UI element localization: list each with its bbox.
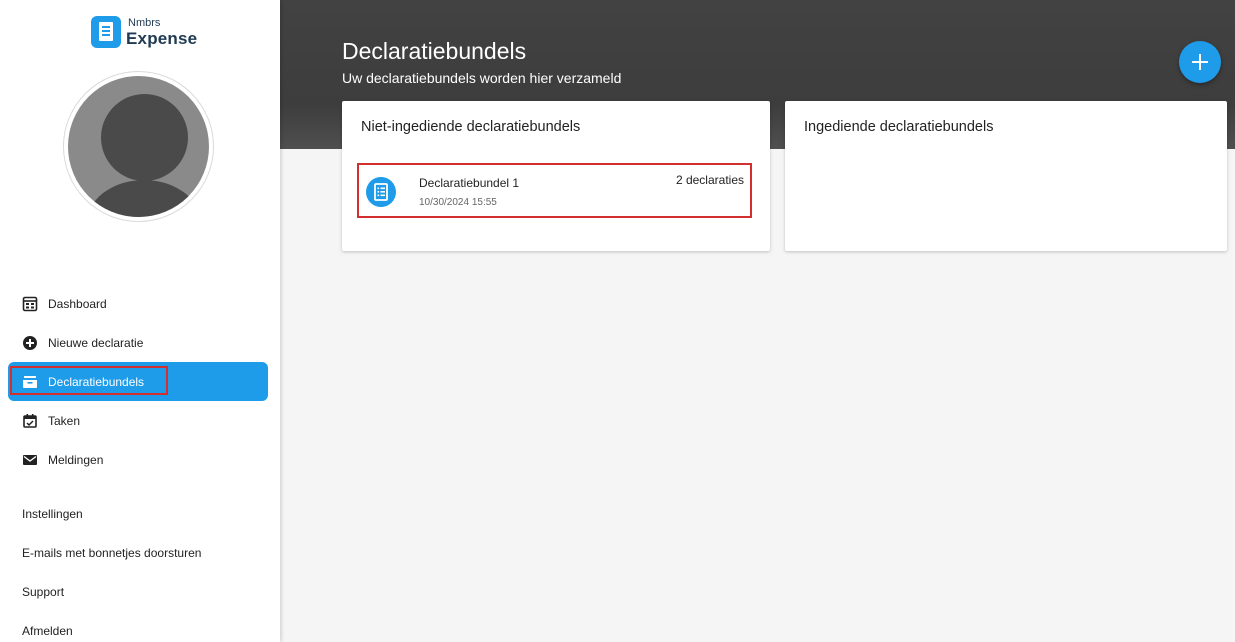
sidebar-item-new-expense[interactable]: Nieuwe declaratie — [8, 323, 268, 362]
add-circle-icon — [22, 335, 38, 351]
sidebar-item-tasks[interactable]: Taken — [8, 401, 268, 440]
app-logo[interactable]: Nmbrs Expense — [91, 16, 197, 48]
sidebar-item-notifications[interactable]: Meldingen — [8, 440, 268, 479]
link-support[interactable]: Support — [22, 585, 64, 599]
link-settings[interactable]: Instellingen — [22, 507, 83, 521]
card-title: Ingediende declaratiebundels — [804, 119, 994, 135]
sidebar: Nmbrs Expense Dashboard Nieuwe declarati… — [0, 0, 280, 642]
logo-brand: Nmbrs — [128, 16, 161, 29]
plus-icon — [1192, 54, 1208, 70]
avatar[interactable] — [63, 71, 214, 222]
sidebar-item-label: Taken — [48, 413, 81, 428]
page-subtitle: Uw declaratiebundels worden hier verzame… — [342, 70, 622, 86]
link-logout[interactable]: Afmelden — [22, 624, 73, 638]
card-submitted: Ingediende declaratiebundels — [785, 101, 1227, 251]
card-not-submitted: Niet-ingediende declaratiebundels Declar… — [342, 101, 770, 251]
calendar-check-icon — [22, 413, 38, 429]
logo-product: Expense — [126, 28, 198, 48]
sidebar-item-label: Nieuwe declaratie — [48, 335, 144, 350]
bundle-date: 10/30/2024 15:55 — [419, 197, 497, 208]
add-bundle-button[interactable] — [1179, 41, 1221, 83]
sidebar-item-label: Declaratiebundels — [48, 374, 145, 389]
inbox-icon — [22, 374, 38, 390]
dashboard-icon — [22, 296, 38, 312]
link-email-receipts[interactable]: E-mails met bonnetjes doorsturen — [22, 546, 201, 560]
bundle-name: Declaratiebundel 1 — [419, 176, 520, 190]
sidebar-item-dashboard[interactable]: Dashboard — [8, 284, 268, 323]
bundle-item[interactable]: Declaratiebundel 1 10/30/2024 15:55 2 de… — [357, 163, 752, 218]
receipt-icon — [366, 177, 396, 207]
page-title: Declaratiebundels — [342, 38, 527, 64]
sidebar-item-label: Dashboard — [48, 296, 107, 311]
sidebar-item-label: Meldingen — [48, 452, 104, 467]
receipt-logo-icon — [91, 16, 121, 48]
mail-icon — [22, 452, 38, 468]
sidebar-item-expense-bundles[interactable]: Declaratiebundels — [8, 362, 268, 401]
bundle-count: 2 declaraties — [675, 173, 744, 187]
card-title: Niet-ingediende declaratiebundels — [361, 119, 581, 135]
